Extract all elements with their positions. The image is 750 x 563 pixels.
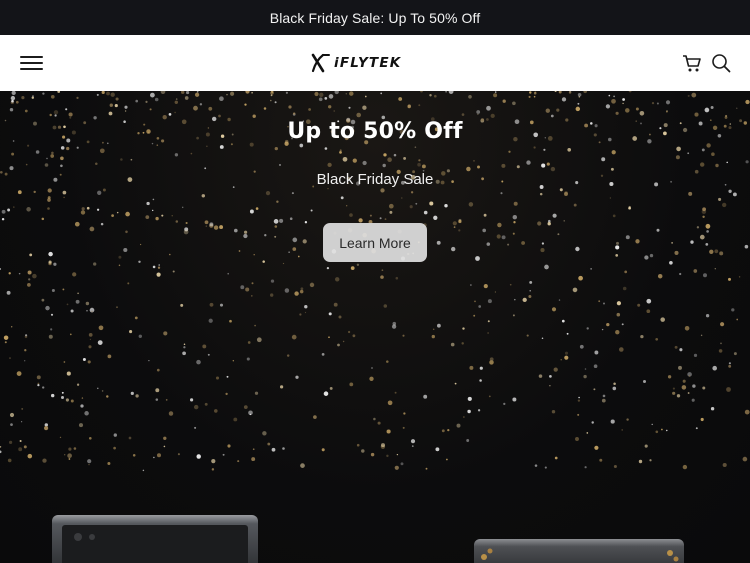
logo-text: iFLYTEK (334, 55, 402, 71)
product-image-left[interactable] (48, 513, 262, 563)
learn-more-button[interactable]: Learn More (323, 223, 427, 262)
announcement-bar: Black Friday Sale: Up To 50% Off (0, 0, 750, 35)
logo-mark-icon (311, 53, 330, 73)
search-icon[interactable] (710, 52, 732, 74)
hero-title: Up to 50% Off (287, 119, 463, 144)
announcement-text: Black Friday Sale: Up To 50% Off (269, 9, 481, 26)
product-image-right[interactable] (470, 537, 688, 563)
hamburger-menu-icon[interactable] (20, 52, 44, 74)
sparkle-background (0, 91, 750, 472)
hero-subtitle: Black Friday Sale (316, 171, 434, 188)
site-header: iFLYTEK (0, 35, 750, 91)
hero-banner: Up to 50% Off Black Friday Sale Learn Mo… (0, 91, 750, 563)
shopping-cart-icon[interactable] (681, 52, 703, 74)
brand-logo[interactable]: iFLYTEK (310, 52, 401, 74)
